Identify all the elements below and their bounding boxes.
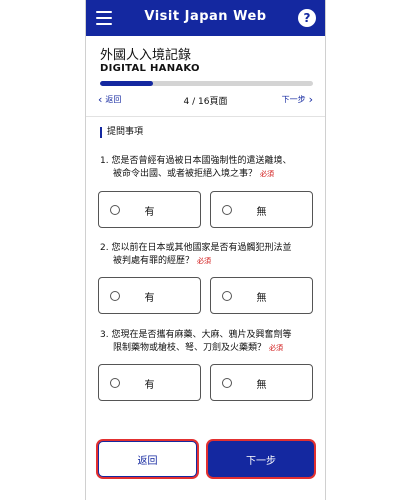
- question-1-text-line1: 1. 您是否曾經有過被日本國強制性的遣送離境、: [100, 156, 292, 166]
- question-2-text-line1: 2. 您以前在日本或其他國家是否有過觸犯刑法並: [100, 243, 292, 253]
- required-badge: 必須: [260, 170, 275, 178]
- question-3-option-no[interactable]: 無: [210, 364, 313, 401]
- app-bar: Visit Japan Web ?: [86, 0, 325, 36]
- option-label: 無: [256, 207, 267, 218]
- option-label: 無: [256, 380, 267, 391]
- back-button[interactable]: 返回: [98, 441, 197, 477]
- option-label: 有: [144, 380, 155, 391]
- pager-next-link[interactable]: 下一步 ›: [282, 94, 313, 105]
- help-icon[interactable]: ?: [298, 9, 316, 27]
- progress-bar: [100, 81, 313, 86]
- question-3-text-line1: 3. 您現在是否攜有麻藥、大麻、鴉片及興奮劑等: [100, 330, 292, 340]
- progress-fill: [100, 81, 154, 86]
- chevron-right-icon: ›: [308, 92, 313, 106]
- question-1-option-no[interactable]: 無: [210, 191, 313, 228]
- app-title: Visit Japan Web: [144, 9, 267, 24]
- divider: [86, 116, 325, 117]
- form-title: 外國人入境記錄: [100, 48, 192, 63]
- required-badge: 必須: [197, 257, 212, 265]
- next-button[interactable]: 下一步: [208, 441, 314, 477]
- applicant-name: DIGITAL HANAKO: [100, 63, 200, 74]
- question-1-text-line2: 被命令出國、或者被拒絕入境之事？: [113, 169, 258, 179]
- question-2-option-no[interactable]: 無: [210, 277, 313, 314]
- pager: ‹ 返回 4 / 16頁面 下一步 ›: [86, 93, 325, 108]
- section-title: 提問事項: [100, 127, 143, 138]
- question-3-text-line2: 限制藥物或槍枝、弩、刀劍及火藥類？: [113, 343, 267, 353]
- option-label: 有: [144, 293, 155, 304]
- question-1: 1. 您是否曾經有過被日本國強制性的遣送離境、 被命令出國、或者被拒絕入境之事？…: [100, 155, 315, 181]
- option-label: 有: [144, 207, 155, 218]
- question-3: 3. 您現在是否攜有麻藥、大麻、鴉片及興奮劑等 限制藥物或槍枝、弩、刀劍及火藥類…: [100, 329, 315, 355]
- phone-screen: Visit Japan Web ? 外國人入境記錄 DIGITAL HANAKO…: [85, 0, 326, 500]
- question-2: 2. 您以前在日本或其他國家是否有過觸犯刑法並 被判處有罪的經歷？ 必須: [100, 242, 315, 268]
- question-1-option-yes[interactable]: 有: [98, 191, 201, 228]
- question-2-text-line2: 被判處有罪的經歷？: [113, 256, 195, 266]
- question-2-option-yes[interactable]: 有: [98, 277, 201, 314]
- question-3-option-yes[interactable]: 有: [98, 364, 201, 401]
- required-badge: 必須: [269, 344, 284, 352]
- option-label: 無: [256, 293, 267, 304]
- pager-next-label: 下一步: [281, 95, 306, 104]
